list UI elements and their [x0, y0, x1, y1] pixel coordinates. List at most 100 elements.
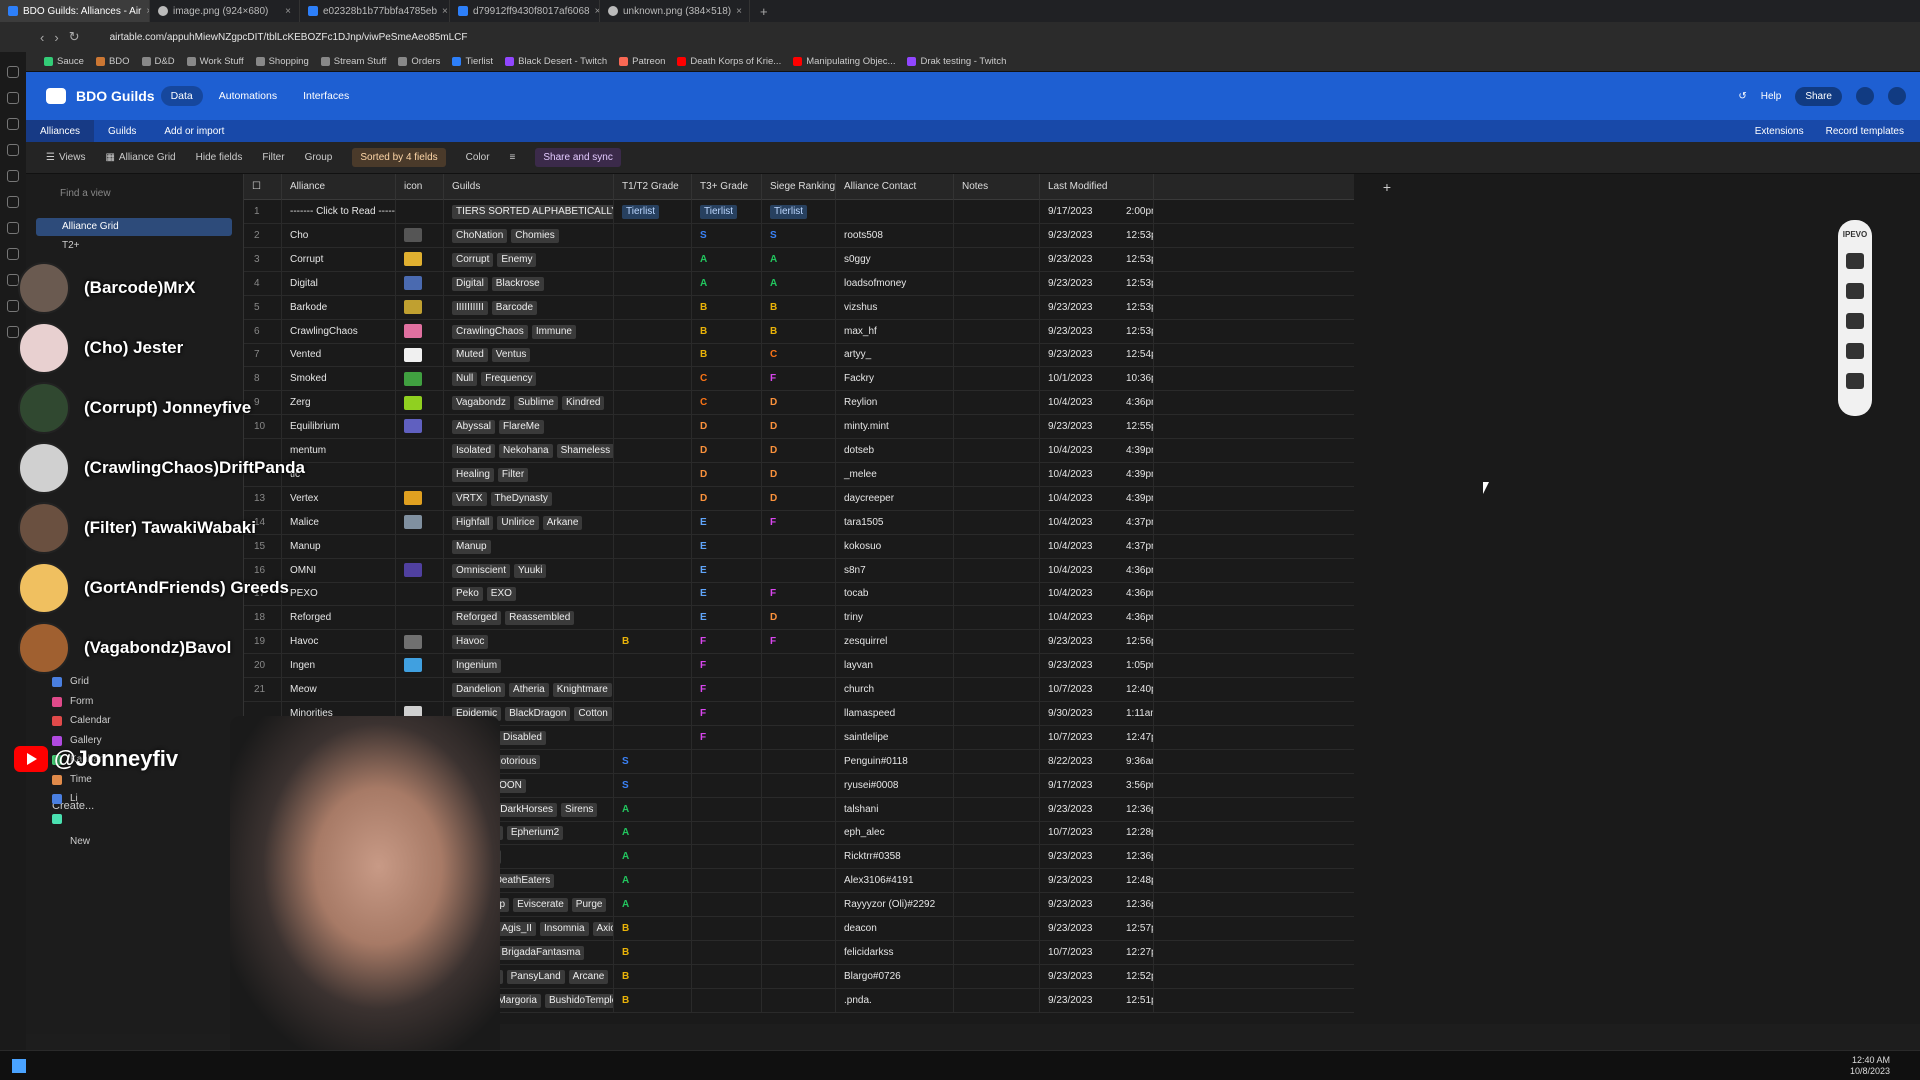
cell-siege[interactable] — [762, 893, 836, 918]
cell-t1[interactable] — [614, 415, 692, 440]
back-icon[interactable]: ‹ — [40, 30, 44, 45]
cell-t3[interactable]: B — [692, 319, 762, 344]
column-header[interactable]: Last Modified — [1040, 174, 1154, 200]
tab-automations[interactable]: Automations — [209, 86, 287, 106]
cell-date[interactable]: 10/7/2023 12:27pm — [1040, 940, 1154, 965]
cell-guilds[interactable]: Omniscient Yuuki — [444, 558, 614, 583]
cell-date[interactable]: 10/4/2023 4:39pm — [1040, 439, 1154, 463]
table-row[interactable]: 16 OMNI Omniscient Yuuki Es8n7 10/4/2023 4:36p… — [244, 558, 1354, 583]
cell-contact[interactable]: zesquirrel — [836, 630, 954, 655]
cell-t3[interactable]: D — [692, 462, 762, 487]
column-header[interactable]: Siege Ranking — [762, 174, 836, 200]
cell-icon[interactable] — [396, 367, 444, 392]
cell-siege[interactable] — [762, 940, 836, 965]
chevron-up-icon[interactable] — [1846, 373, 1864, 389]
cell-t1[interactable]: A — [614, 821, 692, 846]
view-name-button[interactable]: ▦ Alliance Grid — [105, 152, 175, 163]
cell-contact[interactable]: minty.mint — [836, 415, 954, 440]
cell-notes[interactable] — [954, 845, 1040, 870]
cell-alliance[interactable]: ------- Click to Read -------- — [282, 200, 396, 224]
cell-t3[interactable]: E — [692, 606, 762, 631]
share-button[interactable]: Share — [1795, 86, 1842, 106]
cell-siege[interactable]: S — [762, 223, 836, 248]
cell-date[interactable]: 10/1/2023 10:36pm — [1040, 367, 1154, 392]
forward-icon[interactable]: › — [54, 30, 58, 45]
cell-guilds[interactable]: Healing Filter — [444, 462, 614, 487]
cell-t1[interactable] — [614, 343, 692, 368]
cell-t1[interactable] — [614, 510, 692, 535]
cell-t1[interactable]: Tierlist — [614, 200, 692, 224]
cell-date[interactable]: 9/23/2023 12:54pm — [1040, 343, 1154, 368]
cell-icon[interactable] — [396, 654, 444, 679]
cell-contact[interactable]: Blargo#0726 — [836, 964, 954, 989]
cell-t3[interactable] — [692, 773, 762, 798]
cell-notes[interactable] — [954, 271, 1040, 296]
cell-date[interactable]: 9/23/2023 1:05pm — [1040, 654, 1154, 679]
cell-t1[interactable] — [614, 439, 692, 463]
cell-notes[interactable] — [954, 749, 1040, 774]
cell-icon[interactable] — [396, 510, 444, 535]
cell-notes[interactable] — [954, 678, 1040, 702]
cell-contact[interactable]: layvan — [836, 654, 954, 679]
column-header[interactable]: Guilds — [444, 174, 614, 200]
tab-interfaces[interactable]: Interfaces — [293, 86, 359, 106]
cell-guilds[interactable]: Isolated Nekohana Shameless — [444, 439, 614, 463]
bookmark-item[interactable]: Death Korps of Krie... — [677, 56, 781, 67]
cell-contact[interactable]: tara1505 — [836, 510, 954, 535]
cell-date[interactable]: 9/23/2023 12:53pm — [1040, 319, 1154, 344]
cell-icon[interactable] — [396, 678, 444, 702]
cell-guilds[interactable]: Peko EXO — [444, 582, 614, 607]
new-tab-icon[interactable]: + — [750, 4, 768, 19]
cell-date[interactable]: 10/4/2023 4:39pm — [1040, 486, 1154, 511]
cell-notes[interactable] — [954, 223, 1040, 248]
cell-guilds[interactable]: Reforged Reassembled — [444, 606, 614, 631]
table-row[interactable]: 6 CrawlingChaos CrawlingChaos Immune B Bmax_h… — [244, 319, 1354, 344]
cell-contact[interactable]: ryusei#0008 — [836, 773, 954, 798]
table-row[interactable]: 19HavocHavocBFFzesquirrel9/23/202312:56p… — [244, 630, 1354, 655]
cell-t1[interactable]: B — [614, 630, 692, 655]
cell-date[interactable]: 9/17/2023 2:00pm — [1040, 200, 1154, 224]
table-row[interactable]: 7 Vented Muted Ventus B Cartyy_ 9/23/2023 12:54… — [244, 343, 1354, 368]
cell-n[interactable]: 2 — [244, 223, 282, 248]
close-icon[interactable]: × — [285, 6, 291, 17]
cell-icon[interactable] — [396, 247, 444, 272]
cell-contact[interactable]: talshani — [836, 797, 954, 822]
cell-date[interactable]: 9/30/2023 1:11am — [1040, 701, 1154, 726]
cell-siege[interactable] — [762, 797, 836, 822]
cell-siege[interactable] — [762, 845, 836, 870]
cell-icon[interactable] — [396, 606, 444, 631]
cell-guilds[interactable]: TIERS SORTED ALPHABETICALLY — [444, 200, 614, 224]
cell-t1[interactable] — [614, 271, 692, 296]
bookmark-item[interactable]: Tierlist — [452, 56, 493, 67]
cell-notes[interactable] — [954, 606, 1040, 631]
cell-t1[interactable]: B — [614, 988, 692, 1013]
cell-icon[interactable] — [396, 415, 444, 440]
cell-siege[interactable]: D — [762, 462, 836, 487]
cell-notes[interactable] — [954, 200, 1040, 224]
cell-contact[interactable]: eph_alec — [836, 821, 954, 846]
bookmark-item[interactable]: Patreon — [619, 56, 665, 67]
cell-siege[interactable]: C — [762, 343, 836, 368]
cell-n[interactable]: 21 — [244, 678, 282, 702]
cell-t1[interactable] — [614, 558, 692, 583]
cell-contact[interactable]: Fackry — [836, 367, 954, 392]
create-view-item[interactable]: Grid — [52, 676, 89, 687]
cell-date[interactable]: 9/23/2023 12:48pm — [1040, 869, 1154, 894]
table-row[interactable]: 9 Zerg Vagabondz Sublime Kindred C D Reylion 10/… — [244, 391, 1354, 416]
windows-start-icon[interactable] — [12, 1059, 26, 1073]
cell-contact[interactable] — [836, 200, 954, 224]
cell-icon[interactable] — [396, 462, 444, 487]
cell-notes[interactable] — [954, 439, 1040, 463]
cell-contact[interactable]: Reylion — [836, 391, 954, 416]
cell-icon[interactable] — [396, 343, 444, 368]
cell-contact[interactable]: church — [836, 678, 954, 702]
cell-guilds[interactable]: CrawlingChaos Immune — [444, 319, 614, 344]
cell-date[interactable]: 9/23/2023 12:53pm — [1040, 271, 1154, 296]
cell-siege[interactable]: D — [762, 486, 836, 511]
cell-date[interactable]: 9/23/2023 12:53pm — [1040, 295, 1154, 320]
table-row[interactable]: 15ManupManupEkokosuo10/4/20234:37pm — [244, 534, 1354, 559]
notification-icon[interactable] — [1856, 87, 1874, 105]
hide-fields-button[interactable]: Hide fields — [196, 152, 243, 163]
cell-date[interactable]: 10/7/2023 12:28pm — [1040, 821, 1154, 846]
browser-tab[interactable]: d79912ff9430f8017af6068 × — [450, 0, 600, 22]
